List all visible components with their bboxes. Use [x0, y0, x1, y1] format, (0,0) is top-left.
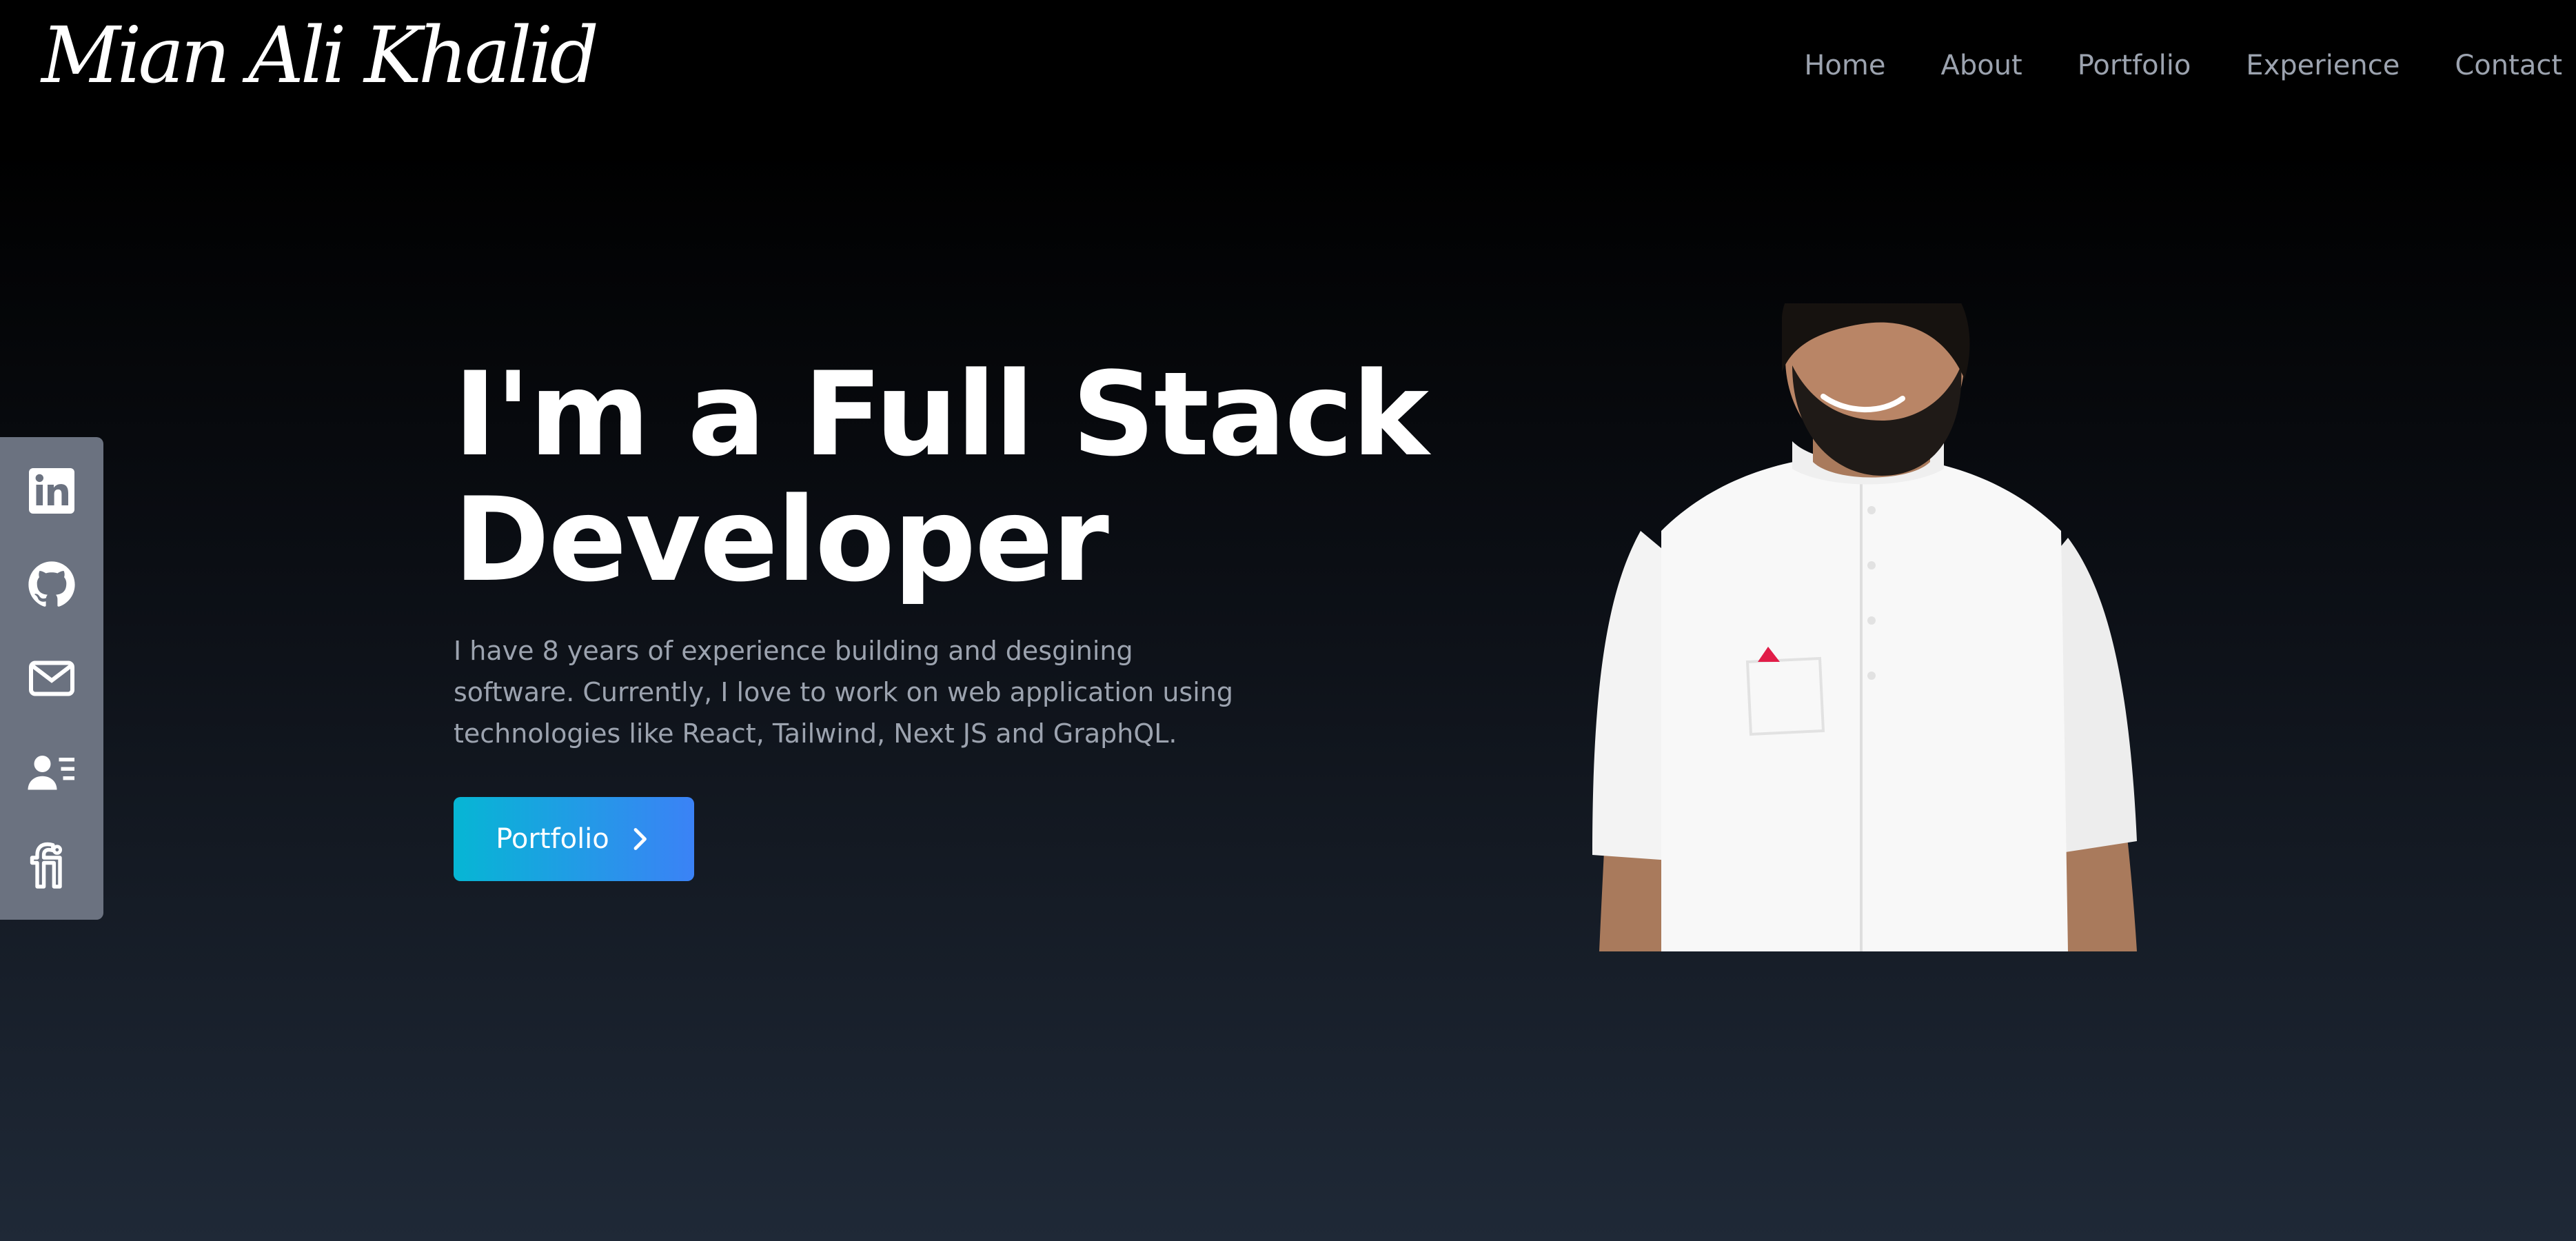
- hero-description: I have 8 years of experience building an…: [454, 636, 1233, 749]
- resume-link[interactable]: [24, 745, 79, 800]
- main-nav: Home About Portfolio Experience Contact: [1749, 41, 2562, 90]
- fiverr-icon: [30, 842, 63, 889]
- nav-portfolio[interactable]: Portfolio: [2078, 41, 2191, 90]
- mail-icon: [29, 660, 74, 696]
- nav-experience[interactable]: Experience: [2246, 41, 2400, 90]
- nav-contact[interactable]: Contact: [2455, 41, 2562, 90]
- email-link[interactable]: [24, 651, 79, 706]
- github-link[interactable]: [24, 557, 79, 612]
- linkedin-icon: [29, 468, 74, 514]
- nav-home[interactable]: Home: [1804, 41, 1885, 90]
- hero-heading-line2: Developer: [454, 472, 1109, 607]
- portfolio-button[interactable]: Portfolio: [454, 797, 694, 881]
- chevron-right-icon: [633, 828, 647, 850]
- nav-about[interactable]: About: [1940, 41, 2022, 90]
- resume-icon: [28, 756, 74, 790]
- profile-illustration: [1592, 255, 2137, 951]
- profile-photo: [1585, 255, 2164, 951]
- hero-heading: I'm a Full Stack Developer: [454, 347, 1429, 607]
- hero-heading-line1: I'm a Full Stack: [454, 347, 1429, 482]
- site-logo[interactable]: Mian Ali Khalid: [41, 4, 599, 108]
- github-icon: [28, 561, 75, 607]
- fiverr-link[interactable]: [24, 838, 79, 894]
- portfolio-button-label: Portfolio: [496, 823, 609, 855]
- social-links-bar: [0, 437, 103, 920]
- linkedin-link[interactable]: [24, 463, 79, 518]
